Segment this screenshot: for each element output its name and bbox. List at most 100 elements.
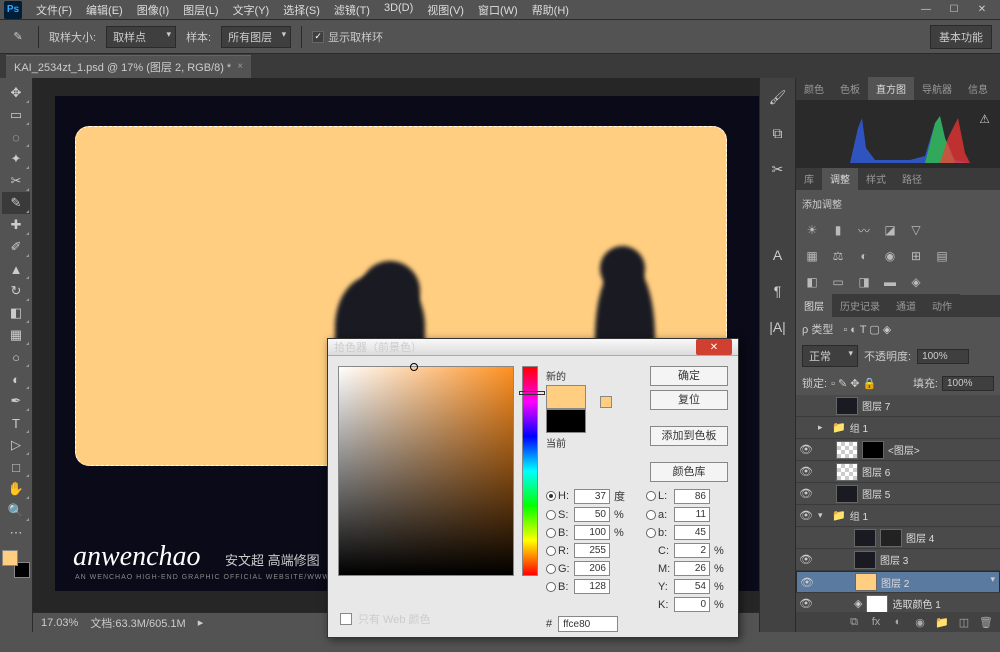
sample-select[interactable]: 所有图层	[221, 26, 291, 48]
hue-icon[interactable]: ▦	[802, 247, 822, 265]
l-radio[interactable]	[646, 491, 656, 501]
h-input[interactable]	[574, 489, 610, 504]
close-button[interactable]: ✕	[968, 1, 996, 19]
warning-icon[interactable]: ⚠	[979, 112, 990, 126]
r-radio[interactable]	[546, 546, 556, 556]
close-tab-icon[interactable]: ×	[237, 61, 243, 72]
eraser-tool[interactable]: ◧	[2, 302, 30, 324]
fx-icon[interactable]: fx	[866, 614, 886, 630]
menu-filter[interactable]: 滤镜(T)	[328, 0, 376, 20]
menu-file[interactable]: 文件(F)	[30, 0, 78, 20]
hand-tool[interactable]: ✋	[2, 478, 30, 500]
visibility-icon[interactable]: 👁	[798, 465, 814, 478]
dock-tools-icon[interactable]: ✂	[765, 156, 791, 182]
menu-image[interactable]: 图像(I)	[131, 0, 175, 20]
lock-icons[interactable]: ▫ ✎ ✥ 🔒	[831, 377, 876, 390]
k-input[interactable]	[674, 597, 710, 612]
levels-icon[interactable]: ▮	[828, 221, 848, 239]
reset-button[interactable]: 复位	[650, 390, 728, 410]
visibility-icon[interactable]: 👁	[798, 487, 814, 500]
tab-paths[interactable]: 路径	[894, 167, 930, 190]
dodge-tool[interactable]: ◐	[2, 368, 30, 390]
a-radio[interactable]	[646, 510, 656, 520]
c-input[interactable]	[674, 543, 710, 558]
menu-view[interactable]: 视图(V)	[421, 0, 470, 20]
blue-input[interactable]	[574, 579, 610, 594]
opacity-input[interactable]: 100%	[917, 349, 969, 364]
layer-row[interactable]: 👁图层 6	[796, 461, 1000, 483]
layer-row[interactable]: 👁图层 3	[796, 549, 1000, 571]
pen-tool[interactable]: ✒	[2, 390, 30, 412]
layer-group-row[interactable]: ▸📁组 1	[796, 417, 1000, 439]
history-brush-tool[interactable]: ↻	[2, 280, 30, 302]
curves-icon[interactable]: 〰	[854, 221, 874, 239]
foreground-color[interactable]	[2, 550, 18, 566]
poster-icon[interactable]: ▭	[828, 273, 848, 291]
eyedropper-tool[interactable]: ✎	[2, 192, 30, 214]
tab-color[interactable]: 颜色	[796, 77, 832, 100]
zoom-tool[interactable]: 🔍	[2, 500, 30, 522]
l-input[interactable]	[674, 489, 710, 504]
trash-icon[interactable]: 🗑	[976, 614, 996, 630]
layer-row[interactable]: 图层 4	[796, 527, 1000, 549]
mixer-icon[interactable]: ⊞	[906, 247, 926, 265]
m-input[interactable]	[674, 561, 710, 576]
maximize-button[interactable]: ☐	[940, 1, 968, 19]
mask-icon[interactable]: ◐	[888, 614, 908, 630]
tab-info[interactable]: 信息	[960, 77, 996, 100]
a-input[interactable]	[674, 507, 710, 522]
blur-tool[interactable]: ○	[2, 346, 30, 368]
visibility-icon[interactable]: 👁	[798, 509, 814, 522]
minimize-button[interactable]: —	[912, 1, 940, 19]
g-input[interactable]	[574, 561, 610, 576]
lasso-tool[interactable]: ◌	[2, 126, 30, 148]
dialog-title-bar[interactable]: 拾色器（前景色） ✕	[328, 339, 738, 356]
stamp-tool[interactable]: ▲	[2, 258, 30, 280]
add-swatch-button[interactable]: 添加到色板	[650, 426, 728, 446]
group-icon[interactable]: 📁	[932, 614, 952, 630]
shape-tool[interactable]: □	[2, 456, 30, 478]
blue-radio[interactable]	[546, 582, 556, 592]
ok-button[interactable]: 确定	[650, 366, 728, 386]
s-radio[interactable]	[546, 510, 556, 520]
dialog-close-button[interactable]: ✕	[696, 339, 732, 355]
menu-select[interactable]: 选择(S)	[277, 0, 326, 20]
heal-tool[interactable]: ✚	[2, 214, 30, 236]
layer-group-row[interactable]: 👁▾📁组 1	[796, 505, 1000, 527]
dock-char-icon[interactable]: A	[765, 242, 791, 268]
document-tab[interactable]: KAI_2534zt_1.psd @ 17% (图层 2, RGB/8) * ×	[6, 55, 251, 78]
move-tool[interactable]: ✥	[2, 82, 30, 104]
balance-icon[interactable]: ⚖	[828, 247, 848, 265]
gamut-swatch[interactable]	[600, 396, 612, 408]
b-radio[interactable]	[546, 528, 556, 538]
visibility-icon[interactable]: 👁	[798, 553, 814, 566]
tab-adjustments[interactable]: 调整	[822, 167, 858, 190]
exposure-icon[interactable]: ◪	[880, 221, 900, 239]
web-only-checkbox[interactable]: 只有 Web 颜色	[340, 611, 431, 627]
zoom-value[interactable]: 17.03%	[41, 617, 78, 629]
dock-brush-icon[interactable]: 🖌	[765, 84, 791, 110]
dock-glyph-icon[interactable]: |A|	[765, 314, 791, 340]
current-color-swatch[interactable]	[546, 409, 586, 433]
lab-b-radio[interactable]	[646, 528, 656, 538]
gradient-map-icon[interactable]: ▬	[880, 273, 900, 291]
type-tool[interactable]: T	[2, 412, 30, 434]
y-input[interactable]	[674, 579, 710, 594]
color-cursor[interactable]	[410, 363, 418, 371]
menu-edit[interactable]: 编辑(E)	[80, 0, 129, 20]
color-swatches[interactable]	[2, 550, 30, 578]
hue-slider[interactable]	[522, 366, 538, 576]
hue-cursor[interactable]	[519, 391, 545, 395]
sample-size-select[interactable]: 取样点	[106, 26, 176, 48]
workspace-switcher[interactable]: 基本功能	[930, 25, 992, 49]
dock-clone-icon[interactable]: ⧉	[765, 120, 791, 146]
vibrance-icon[interactable]: ▽	[906, 221, 926, 239]
fill-input[interactable]: 100%	[942, 376, 994, 391]
brightness-icon[interactable]: ☀	[802, 221, 822, 239]
show-ring-checkbox[interactable]: ✓ 显示取样环	[312, 29, 383, 45]
photo-filter-icon[interactable]: ◉	[880, 247, 900, 265]
menu-type[interactable]: 文字(Y)	[227, 0, 276, 20]
visibility-icon[interactable]: 👁	[798, 443, 814, 456]
layer-row[interactable]: 👁<图层>	[796, 439, 1000, 461]
menu-help[interactable]: 帮助(H)	[526, 0, 575, 20]
